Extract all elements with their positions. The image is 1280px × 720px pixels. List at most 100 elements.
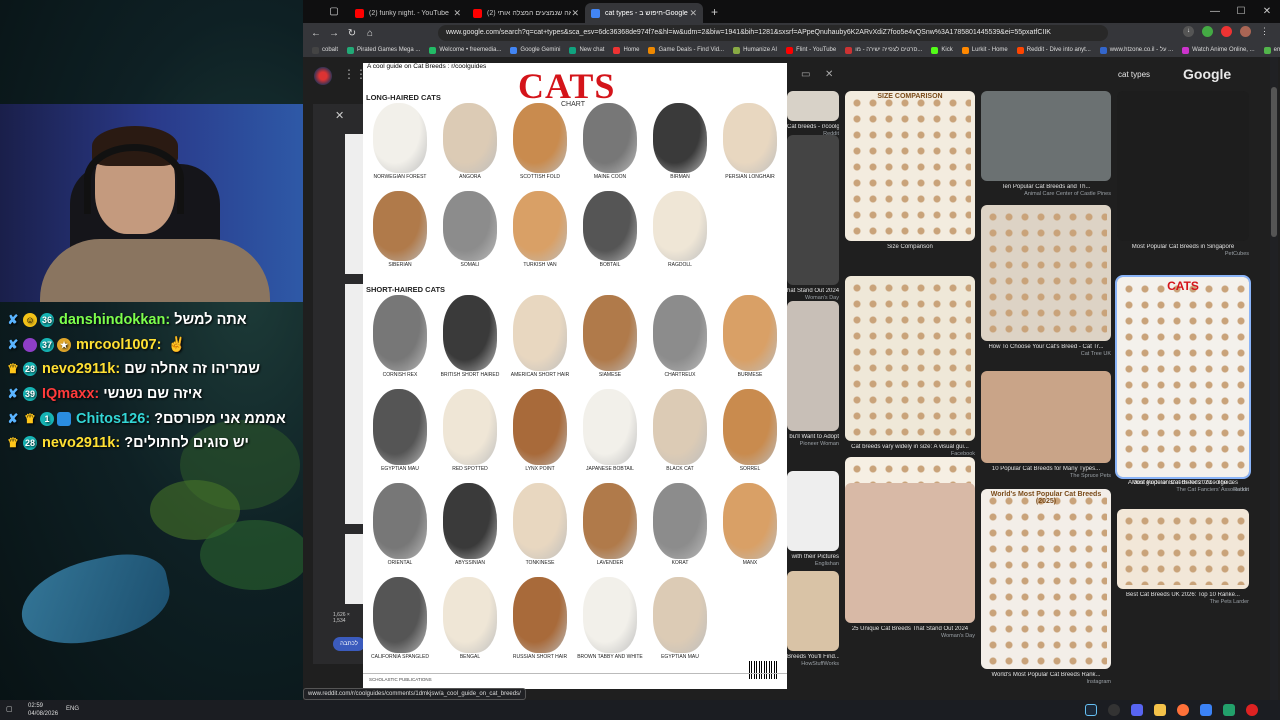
result-source[interactable]: The Pets Larder xyxy=(1117,599,1249,605)
result-title[interactable]: Size Comparison xyxy=(845,244,975,250)
tab-search-icon[interactable]: ▢ xyxy=(325,6,343,17)
image-result[interactable]: Best Cat Breeds UK 2026: Top 10 Ranke...… xyxy=(1117,509,1249,605)
bookmark-item[interactable]: Kick xyxy=(931,46,953,54)
extension-icon[interactable] xyxy=(1202,26,1213,37)
result-source[interactable]: Reddit xyxy=(1117,487,1249,493)
bookmark-item[interactable]: Game Deals - Find Vid... xyxy=(648,46,724,54)
taskbar-folder-icon[interactable] xyxy=(1154,704,1166,716)
result-title[interactable]: bu'll Want to Adopt xyxy=(787,434,839,440)
chat-username[interactable]: Chitos126 xyxy=(76,411,145,427)
result-thumbnail[interactable] xyxy=(981,91,1111,181)
browser-tab[interactable]: (2) funky night. - YouTube ✕ xyxy=(349,3,467,23)
bookmark-item[interactable]: www.htzone.co.il - על ... xyxy=(1099,46,1173,54)
image-result[interactable]: 10 Popular Cat Breeds for Many Types... T… xyxy=(981,371,1111,479)
language-indicator[interactable]: ENG xyxy=(66,706,79,712)
result-thumbnail[interactable]: World's Most Popular Cat Breeds (2025) xyxy=(981,489,1111,669)
minimize-button[interactable]: — xyxy=(1202,0,1228,23)
bookmark-item[interactable]: Watch Anime Online, ... xyxy=(1182,46,1255,54)
chat-username[interactable]: nevo2911k xyxy=(42,435,115,451)
home-button[interactable]: ⌂ xyxy=(361,28,379,39)
taskbar-record-icon[interactable] xyxy=(1246,704,1258,716)
close-window-button[interactable]: ✕ xyxy=(1254,0,1280,23)
result-title[interactable]: Cat breeds - r/coolguides xyxy=(787,124,839,130)
bookmark-item[interactable]: Pirated Games Mega ... xyxy=(347,46,420,54)
bookmark-item[interactable]: Reddit - Dive into anyt... xyxy=(1016,46,1091,54)
browser-tab[interactable]: cat types - חיפוש ב-Google ✕ xyxy=(585,3,703,23)
result-source[interactable]: Pioneer Woman xyxy=(787,441,839,447)
visit-button[interactable]: לכתבה xyxy=(333,637,365,651)
result-thumbnail[interactable]: SIZE COMPARISON xyxy=(845,91,975,241)
page-scrollbar[interactable] xyxy=(1270,57,1278,700)
taskbar-app-icon[interactable] xyxy=(1200,704,1212,716)
result-source[interactable]: HowStuffWorks xyxy=(787,661,839,667)
image-result[interactable]: Ten Popular Cat Breeds and Th... Animal C… xyxy=(981,91,1111,197)
result-title[interactable]: Ten Popular Cat Breeds and Th... xyxy=(981,184,1111,190)
result-title[interactable]: How To Choose Your Cat's Breed - Cat Tr.… xyxy=(981,344,1111,350)
result-source[interactable]: PetCubes xyxy=(1117,251,1249,257)
result-title[interactable]: 25 Unique Cat Breeds That Stand Out 2024 xyxy=(845,626,975,632)
bookmark-item[interactable]: Lurkit - Home xyxy=(961,46,1008,54)
back-button[interactable]: ← xyxy=(307,28,325,39)
profile-avatar[interactable] xyxy=(1240,26,1251,37)
taskbar-app-icon-2[interactable] xyxy=(1223,704,1235,716)
image-result[interactable]: World's Most Popular Cat Breeds (2025) Wo… xyxy=(981,489,1111,685)
result-title[interactable]: World's Most Popular Cat Breeds Rank... xyxy=(981,672,1111,678)
result-source[interactable]: Animal Care Center of Castle Pines xyxy=(981,191,1111,197)
image-result[interactable]: How To Choose Your Cat's Breed - Cat Tr.… xyxy=(981,205,1111,357)
result-title[interactable]: hat Stand Out 2024 xyxy=(787,288,839,294)
account-avatar[interactable] xyxy=(314,67,332,85)
result-title[interactable]: A cool guide on Cat Breeds : r/coolguide… xyxy=(1117,480,1249,486)
image-result[interactable]: Cat breeds vary widely in size: A visual… xyxy=(845,276,975,457)
result-title[interactable]: with their Pictures xyxy=(787,554,839,560)
taskbar-discord-icon[interactable] xyxy=(1131,704,1143,716)
image-result[interactable]: 25 Unique Cat Breeds That Stand Out 2024… xyxy=(845,483,975,639)
result-thumbnail[interactable] xyxy=(981,371,1111,463)
result-title[interactable]: Best Cat Breeds UK 2026: Top 10 Ranke... xyxy=(1117,592,1249,598)
forward-button[interactable]: → xyxy=(325,28,343,39)
image-result[interactable]: with their Pictures Englishan xyxy=(787,471,839,567)
viewer-share-icon[interactable]: ▭ xyxy=(801,69,810,80)
chat-username[interactable]: danshindokkan xyxy=(59,312,165,328)
result-thumbnail[interactable] xyxy=(787,135,839,285)
notification-icon[interactable]: ▢ xyxy=(6,705,13,713)
download-icon[interactable]: ↓ xyxy=(1183,26,1194,37)
image-result[interactable]: Most Popular Cat Breeds in Singapore PetC… xyxy=(1117,91,1249,257)
chat-username[interactable]: nevo2911k xyxy=(42,361,115,377)
image-result[interactable]: Breeds You'll Find... HowStuffWorks xyxy=(787,571,839,667)
close-icon[interactable]: ✕ xyxy=(335,109,344,122)
result-thumbnail[interactable] xyxy=(787,471,839,551)
browser-tab[interactable]: (2) הפיגאה שנמצעים המצלה אותי✕ xyxy=(467,3,585,23)
result-thumbnail[interactable] xyxy=(981,205,1111,341)
result-thumbnail[interactable]: CATS xyxy=(1115,275,1251,479)
tab-close-icon[interactable]: ✕ xyxy=(571,8,579,19)
result-title[interactable]: Cat breeds vary widely in size: A visual… xyxy=(845,444,975,450)
result-title[interactable]: Most Popular Cat Breeds in Singapore xyxy=(1117,244,1249,250)
bookmark-item[interactable]: סרטים לצפייה ישירה - מו... xyxy=(845,46,922,54)
result-thumbnail[interactable] xyxy=(1117,509,1249,589)
bookmark-item[interactable]: Welcome • freemedia... xyxy=(429,46,501,54)
result-source[interactable]: The Spruce Pets xyxy=(981,473,1111,479)
result-source[interactable]: Instagram xyxy=(981,679,1111,685)
image-preview[interactable]: A cool guide on Cat Breeds : r/coolguide… xyxy=(363,63,787,689)
image-result[interactable]: CATS A cool guide on Cat Breeds : r/coolg… xyxy=(1115,275,1251,493)
extension-icon-2[interactable] xyxy=(1221,26,1232,37)
new-tab-button[interactable]: + xyxy=(711,5,718,19)
taskbar-steam-icon[interactable] xyxy=(1085,704,1097,716)
image-result[interactable]: Cat breeds - r/coolguidesReddit xyxy=(787,91,839,137)
search-query[interactable]: cat types xyxy=(1118,70,1150,79)
bookmark-item[interactable]: Google Gemini xyxy=(510,46,560,54)
taskbar-firefox-icon[interactable] xyxy=(1177,704,1189,716)
result-title[interactable]: 10 Popular Cat Breeds for Many Types... xyxy=(981,466,1111,472)
bookmark-item[interactable]: cobalt xyxy=(312,46,338,54)
address-bar[interactable]: www.google.com/search?q=cat+types&sca_es… xyxy=(438,25,1108,41)
result-thumbnail[interactable] xyxy=(845,276,975,441)
menu-icon[interactable]: ⋮ xyxy=(1259,26,1270,37)
bookmark-item[interactable]: embyILTV xyxy=(1263,46,1280,54)
result-thumbnail[interactable] xyxy=(1117,91,1249,241)
bookmark-item[interactable]: Home xyxy=(613,46,639,54)
image-result[interactable]: bu'll Want to Adopt Pioneer Woman xyxy=(787,301,839,447)
taskbar-obs-icon[interactable] xyxy=(1108,704,1120,716)
google-logo[interactable]: Google xyxy=(1183,66,1231,82)
result-thumbnail[interactable] xyxy=(845,483,975,623)
bookmark-item[interactable]: New chat xyxy=(569,46,604,54)
